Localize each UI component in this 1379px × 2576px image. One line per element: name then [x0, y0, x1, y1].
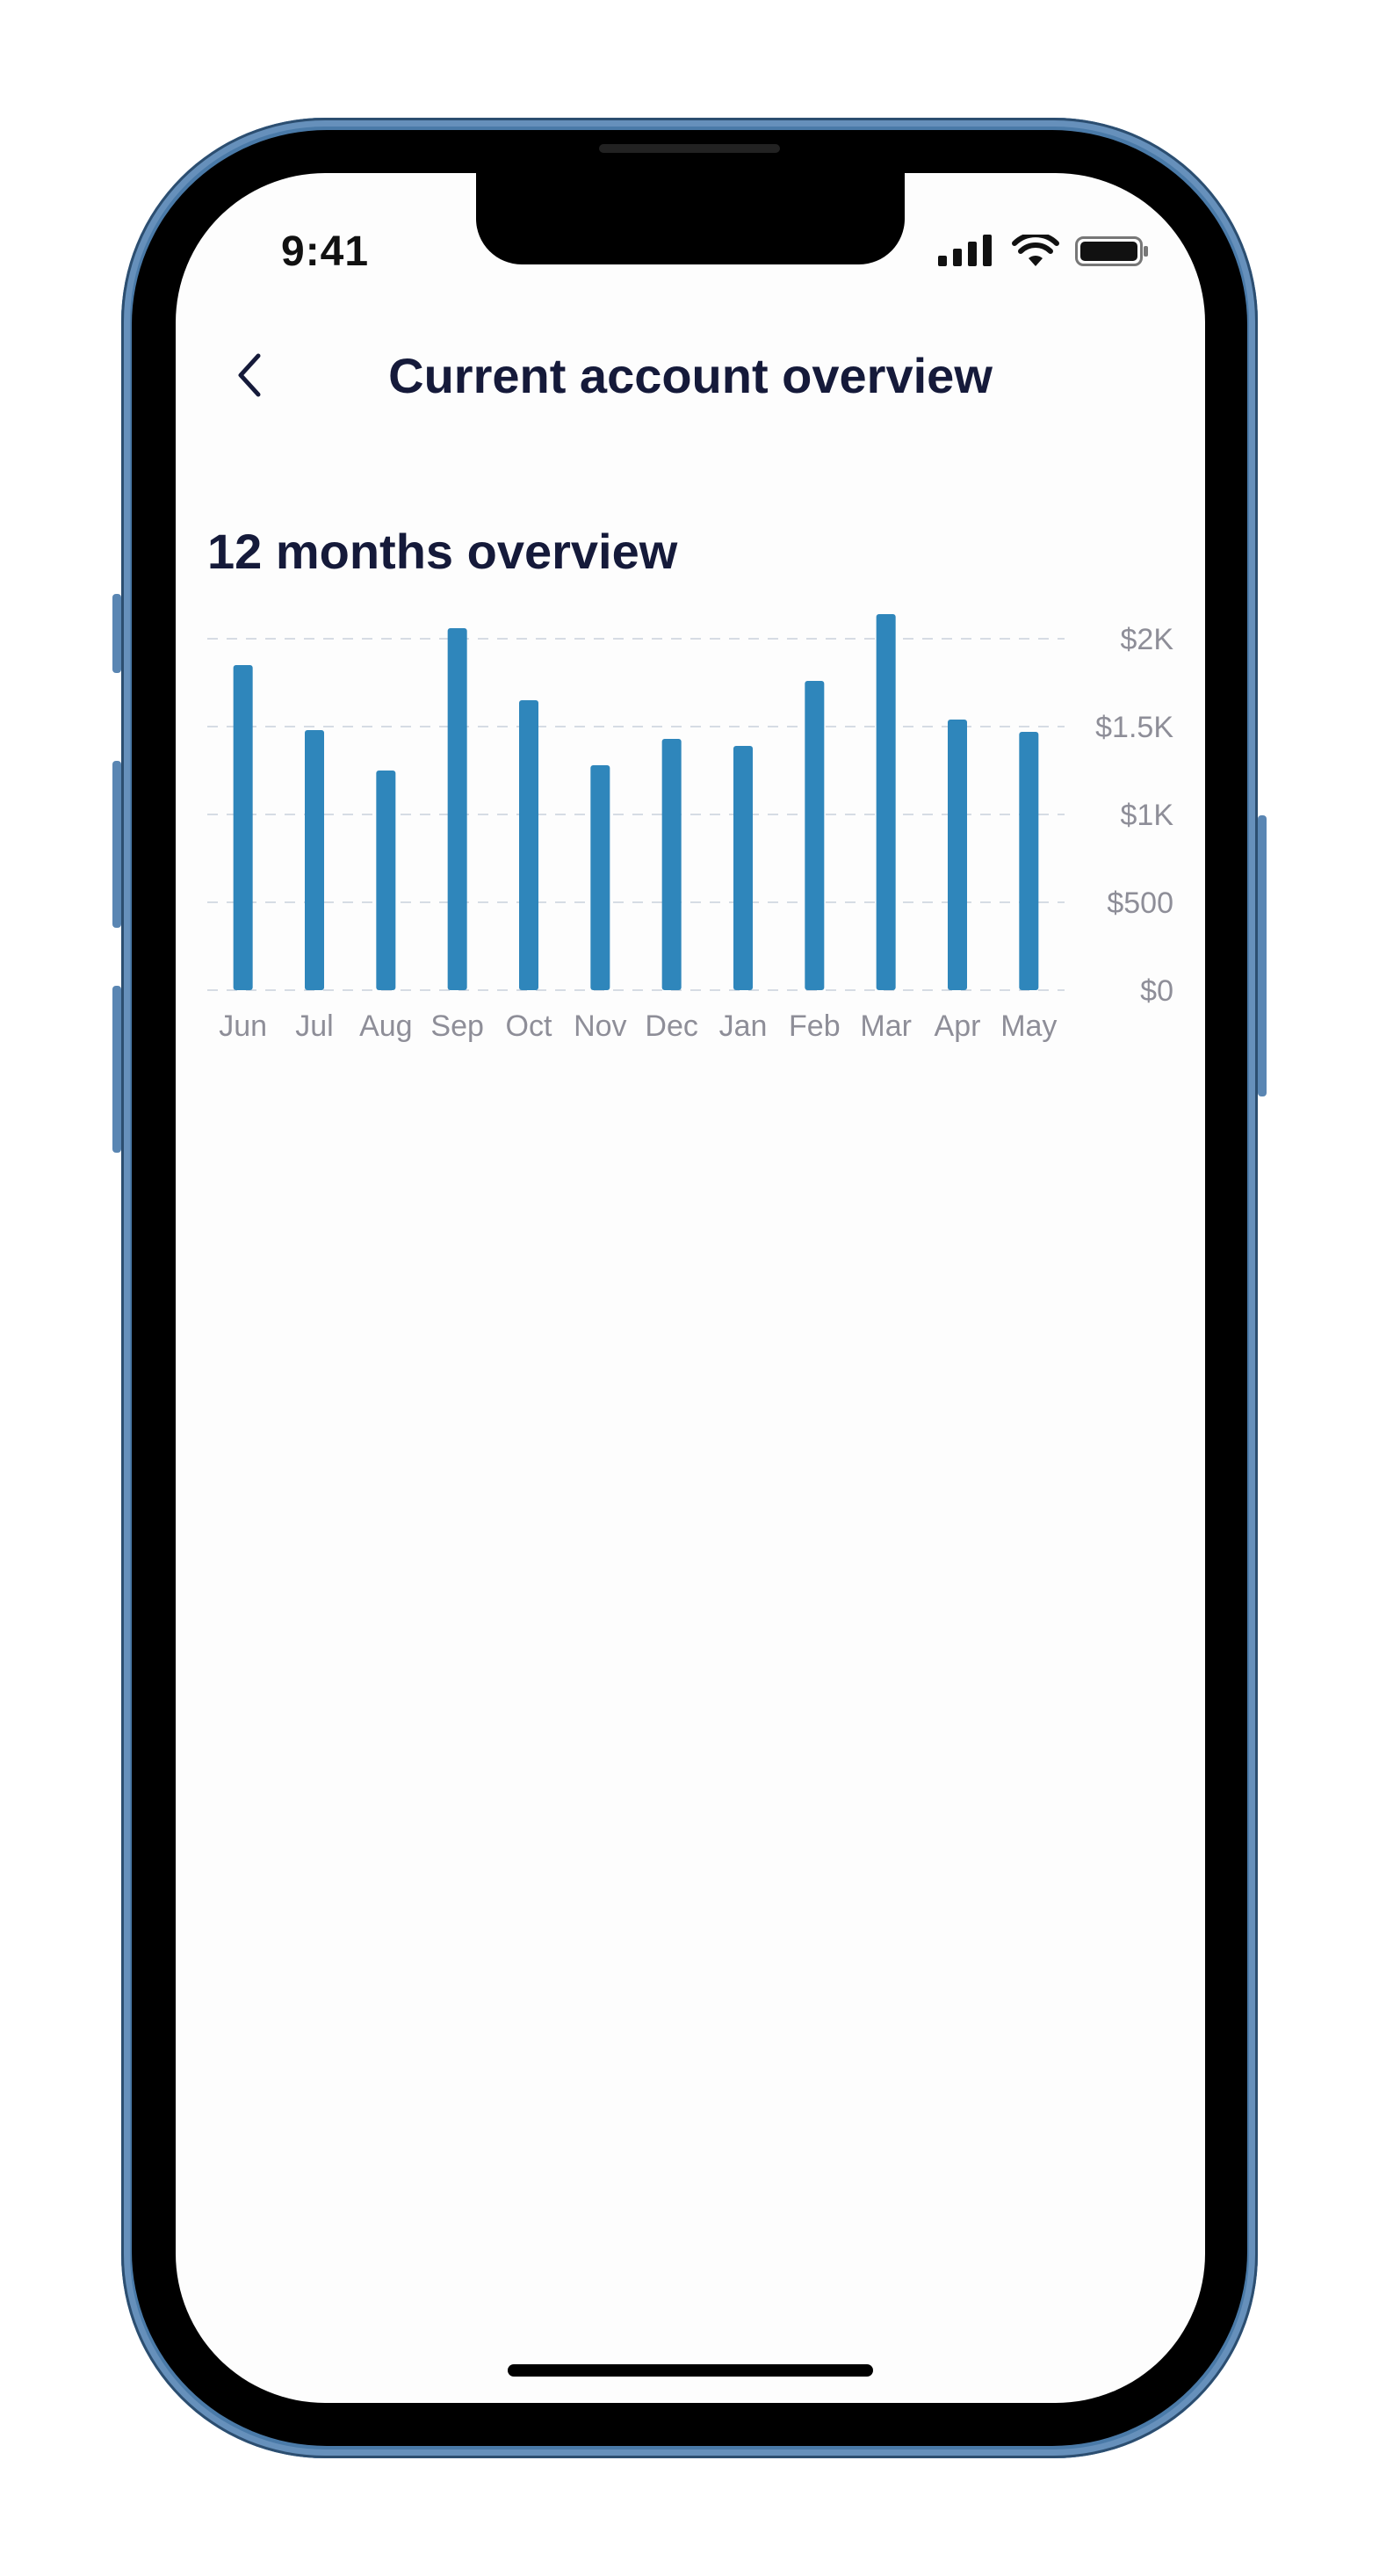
- page-title: Current account overview: [388, 348, 993, 403]
- bar-sep[interactable]: [447, 628, 467, 990]
- bar-dec[interactable]: [661, 739, 682, 990]
- bar-may[interactable]: [1019, 732, 1039, 990]
- x-tick-label: Jan: [719, 1009, 768, 1043]
- x-tick-label: Sep: [430, 1009, 483, 1043]
- y-tick-label: $0: [1140, 974, 1173, 1008]
- bar-jul[interactable]: [305, 730, 324, 990]
- volume-up-button: [112, 761, 121, 928]
- x-tick-label: Jun: [219, 1009, 267, 1043]
- section-title: 12 months overview: [207, 524, 678, 579]
- x-tick-label: Mar: [860, 1009, 912, 1043]
- bar-oct[interactable]: [519, 700, 538, 990]
- battery-icon: [1075, 236, 1148, 266]
- y-tick-label: $2K: [1121, 623, 1174, 656]
- bar-apr[interactable]: [948, 720, 967, 990]
- bar-jan[interactable]: [733, 746, 753, 990]
- bar-chart: $0 $500 $1K $1.5K $2K Jun Jul Aug Sep Oct Nov Dec Ja…: [207, 614, 1174, 1043]
- wifi-icon: [1012, 235, 1059, 266]
- notch: [476, 173, 905, 264]
- x-tick-label: Jul: [295, 1009, 333, 1043]
- x-tick-label: Nov: [574, 1009, 626, 1043]
- x-tick-label: Feb: [789, 1009, 841, 1043]
- bar-aug[interactable]: [376, 771, 396, 990]
- x-tick-label: Oct: [506, 1009, 552, 1043]
- signal-icon: [938, 235, 992, 266]
- volume-down-button: [112, 986, 121, 1153]
- x-tick-label: Aug: [359, 1009, 413, 1043]
- bar-mar[interactable]: [876, 614, 896, 990]
- y-tick-label: $1.5K: [1095, 711, 1173, 744]
- bar-nov[interactable]: [590, 765, 610, 990]
- x-tick-label: May: [1000, 1009, 1057, 1043]
- silent-switch: [112, 594, 121, 673]
- power-button: [1258, 815, 1267, 1096]
- app-screen: 9:41 Current account overview 12 months …: [176, 173, 1205, 2403]
- x-tick-label: Dec: [645, 1009, 697, 1043]
- home-indicator[interactable]: [508, 2364, 873, 2377]
- y-tick-label: $500: [1107, 886, 1173, 920]
- status-time: 9:41: [281, 228, 370, 275]
- x-tick-label: Apr: [935, 1009, 981, 1043]
- y-tick-label: $1K: [1121, 799, 1174, 832]
- bar-feb[interactable]: [805, 681, 825, 990]
- earpiece-speaker: [599, 144, 780, 153]
- bar-jun[interactable]: [233, 665, 253, 990]
